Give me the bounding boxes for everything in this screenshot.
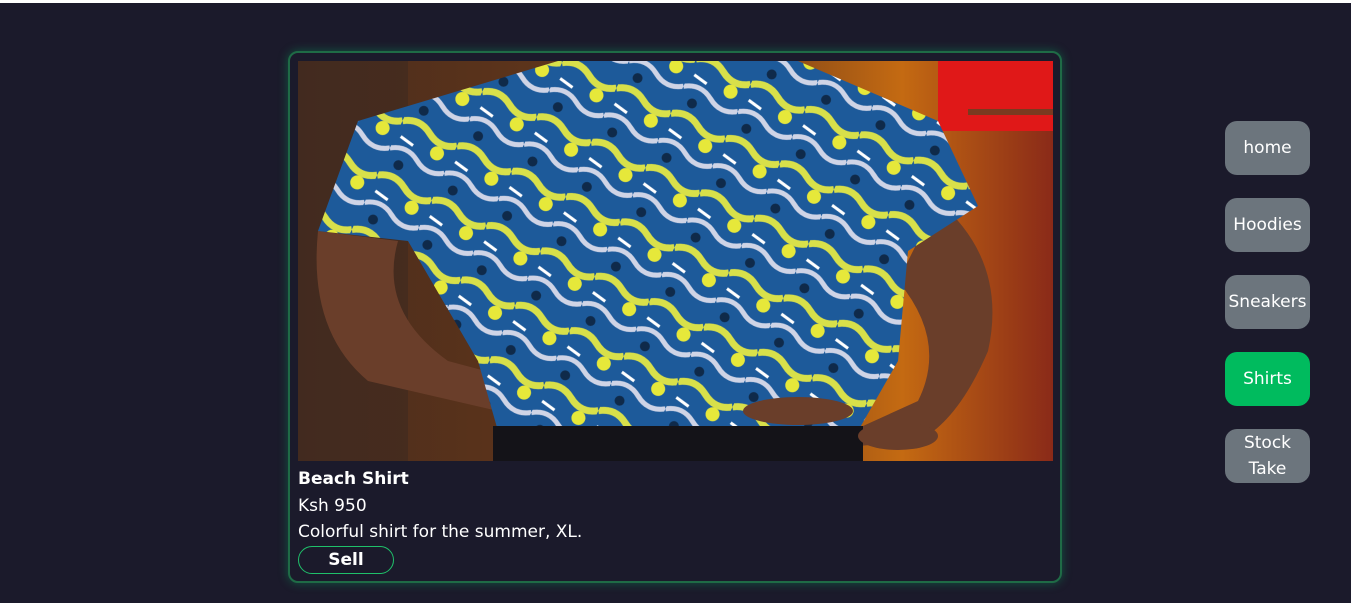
nav-stock-take-button[interactable]: Stock Take (1225, 429, 1310, 483)
product-description: Colorful shirt for the summer, XL. (298, 522, 583, 542)
sell-button[interactable]: Sell (298, 546, 394, 574)
category-nav: home Hoodies Sneakers Shirts Stock Take (1225, 121, 1310, 506)
nav-home-button[interactable]: home (1225, 121, 1310, 175)
product-price: Ksh 950 (298, 496, 367, 516)
nav-shirts-button[interactable]: Shirts (1225, 352, 1310, 406)
browser-top-edge (0, 0, 1351, 3)
nav-sneakers-button[interactable]: Sneakers (1225, 275, 1310, 329)
product-title: Beach Shirt (298, 469, 409, 489)
product-image (298, 61, 1053, 461)
nav-hoodies-button[interactable]: Hoodies (1225, 198, 1310, 252)
product-card: Beach Shirt Ksh 950 Colorful shirt for t… (288, 51, 1062, 583)
